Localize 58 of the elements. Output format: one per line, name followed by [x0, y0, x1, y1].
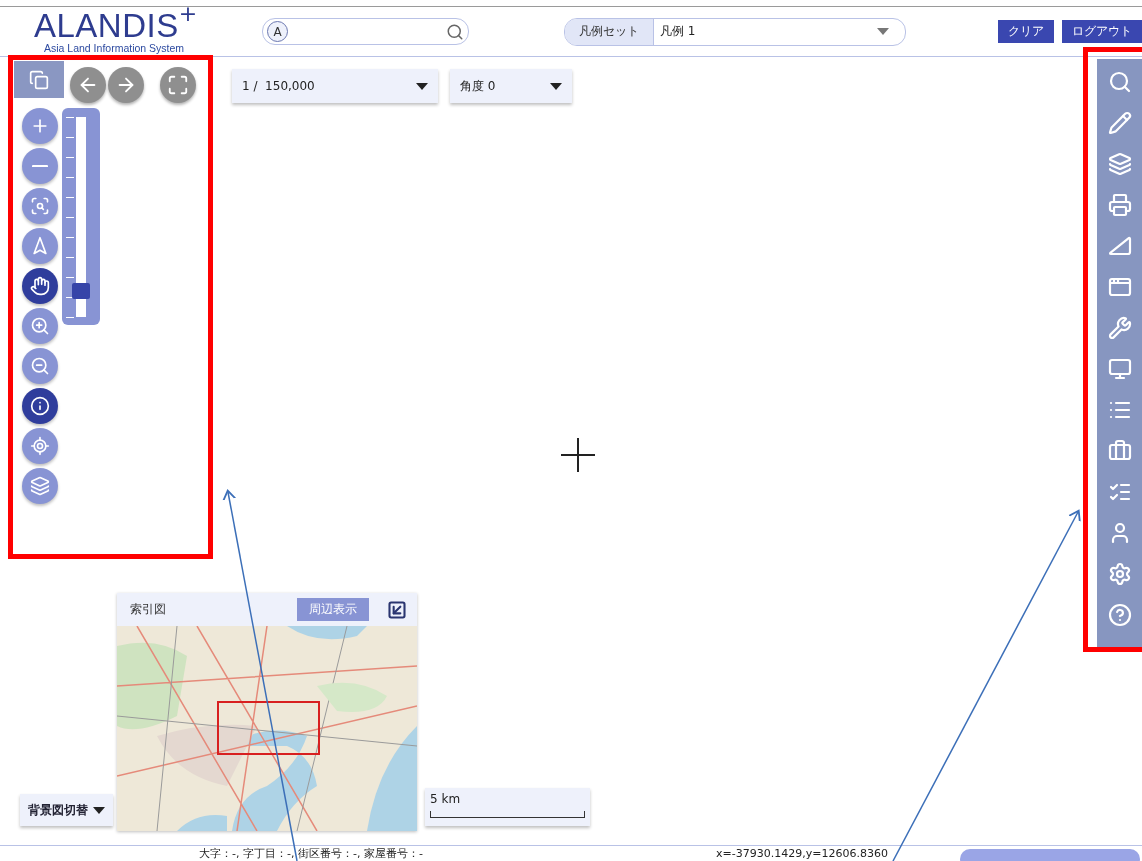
crosshair-icon [561, 438, 595, 472]
printer-icon [1107, 193, 1132, 217]
scan-search-icon [30, 196, 50, 216]
fullscreen-button[interactable] [160, 67, 196, 103]
caret-icon [877, 28, 889, 35]
coordinate-status: x=-37930.1429,y=12606.8360 [716, 847, 888, 860]
clear-button[interactable]: クリア [998, 20, 1054, 43]
window-icon [1107, 275, 1132, 299]
zoom-in-button[interactable] [22, 108, 58, 144]
pencil-icon [1107, 111, 1132, 135]
back-button[interactable] [70, 67, 106, 103]
scale-dropdown[interactable]: 1 / 150,000 [232, 69, 438, 103]
search-field[interactable]: A [262, 18, 469, 45]
slider-thumb[interactable] [72, 282, 90, 299]
copy-icon [29, 69, 49, 90]
briefcase-icon [1107, 439, 1132, 463]
forward-button[interactable] [108, 67, 144, 103]
address-status: 大字：-, 字丁目：-, 街区番号：-, 家屋番号：- [199, 846, 423, 861]
info-button[interactable] [22, 388, 58, 424]
crosshair-target-icon [30, 436, 50, 456]
logo-mark: + [178, 3, 198, 25]
info-icon [30, 396, 50, 416]
legend-set-label: 凡例セット [565, 18, 654, 45]
caret-icon [550, 82, 562, 90]
zoom-out-button[interactable] [22, 148, 58, 184]
hand-icon [30, 276, 50, 296]
scale-bar-label: 5 km [430, 792, 462, 806]
search-icon[interactable] [446, 22, 464, 41]
search-mode-badge[interactable]: A [267, 21, 288, 42]
caret-icon [93, 806, 105, 814]
north-arrow-icon [30, 236, 50, 256]
minimize-icon[interactable] [387, 599, 407, 620]
zoom-out-icon [30, 356, 50, 376]
caret-icon [416, 82, 428, 90]
monitor-icon [1107, 357, 1132, 381]
logo-text: ALANDIS [34, 9, 179, 42]
wrench-icon [1107, 316, 1132, 340]
layer-settings-button[interactable] [22, 468, 58, 504]
settings-icon [1107, 562, 1132, 586]
logout-button[interactable]: ログアウト [1062, 20, 1142, 43]
background-switch-button[interactable]: 背景図切替 [20, 794, 113, 826]
fullscreen-icon [167, 74, 189, 96]
legend-set-value: 凡例 1 [659, 23, 697, 40]
help-icon [1107, 603, 1132, 627]
zoom-area-button[interactable] [22, 188, 58, 224]
layers-icon [30, 476, 50, 496]
layers-icon [1107, 152, 1132, 176]
zoom-in-icon [30, 316, 50, 336]
search-icon [1107, 70, 1132, 94]
map-switch-button[interactable] [14, 61, 64, 98]
zoom-slider[interactable] [62, 108, 100, 325]
legend-set-select[interactable]: 凡例セット 凡例 1 [564, 17, 906, 46]
logo-subtitle: Asia Land Information System [44, 42, 186, 54]
triangle-ruler-icon [1107, 234, 1132, 258]
index-map-title: 索引図 [130, 601, 167, 618]
pan-hand-button[interactable] [22, 268, 58, 304]
minus-icon [32, 164, 48, 168]
angle-dropdown[interactable]: 角度 0 [450, 69, 572, 103]
